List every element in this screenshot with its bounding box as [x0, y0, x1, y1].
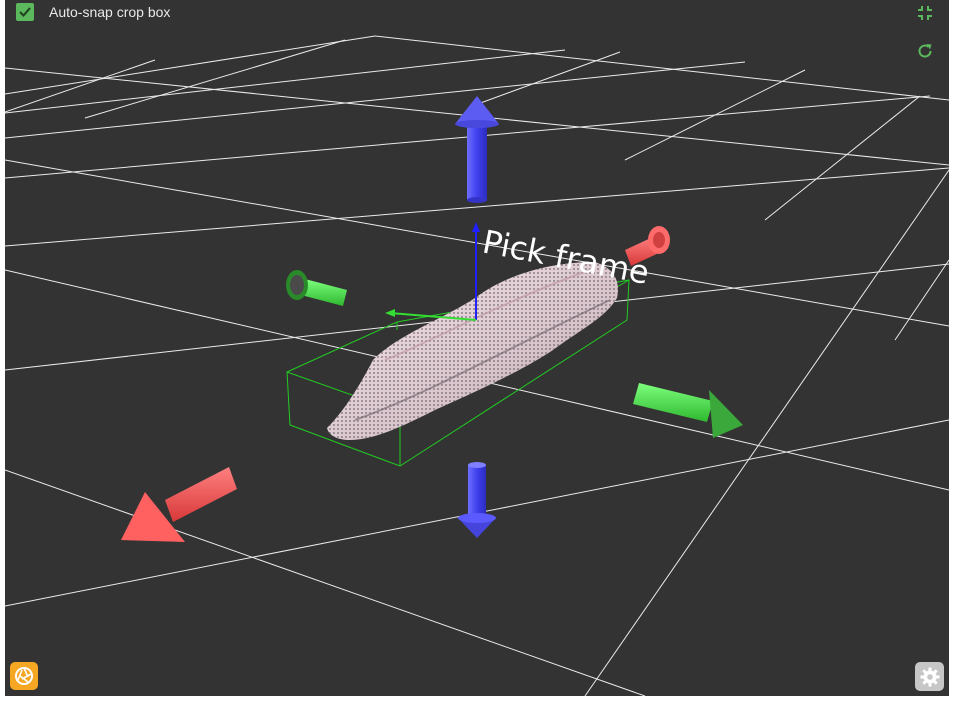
y-axis-front-handle[interactable] [633, 383, 743, 438]
y-axis-back-handle[interactable] [286, 270, 347, 306]
3d-viewport[interactable]: Pick frame Auto-snap crop box [5, 0, 949, 696]
point-cloud [327, 262, 619, 440]
capture-button[interactable] [10, 662, 38, 690]
refresh-icon [918, 44, 932, 58]
auto-snap-checkbox[interactable] [16, 3, 34, 21]
camera-shutter-icon [15, 667, 33, 685]
z-axis-down-handle[interactable] [458, 462, 496, 538]
auto-snap-label: Auto-snap crop box [49, 4, 171, 20]
checkmark-icon [19, 7, 31, 17]
scene-canvas[interactable]: Pick frame [5, 0, 949, 696]
x-axis-front-handle[interactable] [121, 467, 237, 542]
z-axis-up-handle[interactable] [455, 96, 499, 203]
settings-button[interactable] [915, 662, 944, 691]
collapse-button[interactable] [915, 3, 935, 23]
collapse-icon [918, 6, 932, 20]
gear-icon [920, 667, 939, 686]
reset-view-button[interactable] [915, 41, 935, 61]
